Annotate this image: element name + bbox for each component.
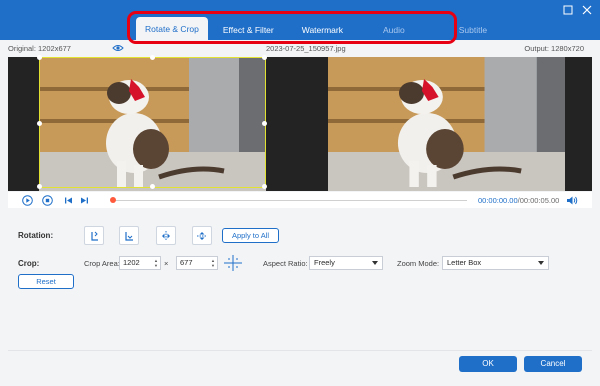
aspect-ratio-label: Aspect Ratio:: [263, 259, 308, 268]
tab-effect-filter[interactable]: Effect & Filter: [214, 19, 283, 41]
cat-photo: [328, 57, 565, 191]
total-time: /00:00:05.00: [517, 196, 560, 205]
eye-icon[interactable]: [112, 43, 124, 53]
crop-handle[interactable]: [37, 55, 42, 60]
crop-handle[interactable]: [262, 55, 267, 60]
crop-height-value: 677: [180, 258, 193, 267]
apply-to-all-button[interactable]: Apply to All: [222, 228, 279, 243]
current-time: 00:00:00.00: [478, 196, 518, 205]
crop-label: Crop:: [18, 259, 40, 268]
crop-handle[interactable]: [262, 121, 267, 126]
chevron-down-icon: [372, 261, 378, 265]
center-crop-icon[interactable]: [223, 254, 243, 272]
playback-bar: 00:00:00.00/00:00:05.00: [8, 192, 592, 208]
output-size: Output: 1280x720: [524, 44, 584, 53]
edit-dialog: Rotate & Crop Effect & Filter Watermark …: [0, 0, 600, 386]
tab-watermark[interactable]: Watermark: [293, 19, 352, 41]
flip-vertical-button[interactable]: [192, 226, 212, 245]
progress-thumb[interactable]: [110, 197, 116, 203]
tab-subtitle[interactable]: Subtitle: [450, 19, 496, 41]
crop-area-label: Crop Area:: [84, 259, 120, 268]
reset-button[interactable]: Reset: [18, 274, 74, 289]
crop-width-input[interactable]: 1202 ▲ ▼: [119, 256, 161, 270]
rotate-right-icon: [125, 232, 133, 241]
tab-bar: Rotate & Crop Effect & Filter Watermark …: [136, 17, 502, 41]
crop-handle[interactable]: [37, 184, 42, 189]
zoom-mode-select[interactable]: Letter Box: [442, 256, 549, 270]
info-bar: Original: 1202x677 2023-07-25_150957.jpg…: [8, 42, 592, 56]
cancel-button[interactable]: Cancel: [524, 356, 582, 372]
height-stepper-icon[interactable]: ▲ ▼: [211, 258, 215, 268]
flip-horizontal-button[interactable]: [156, 226, 176, 245]
close-icon[interactable]: [580, 5, 594, 19]
previous-frame-icon[interactable]: [63, 195, 74, 206]
rotate-left-button[interactable]: [84, 226, 104, 245]
original-size: Original: 1202x677: [8, 44, 71, 53]
crop-handle[interactable]: [150, 55, 155, 60]
title-bar: Rotate & Crop Effect & Filter Watermark …: [0, 0, 600, 41]
crop-handle[interactable]: [262, 184, 267, 189]
crop-frame[interactable]: [37, 55, 267, 189]
times-sign: ×: [164, 259, 169, 268]
footer-divider: [8, 350, 592, 351]
crop-height-input[interactable]: 677 ▲ ▼: [176, 256, 218, 270]
width-stepper-icon[interactable]: ▲ ▼: [154, 258, 158, 268]
crop-handle[interactable]: [150, 184, 155, 189]
stop-icon[interactable]: [42, 195, 53, 206]
time-display: 00:00:00.00/00:00:05.00: [478, 196, 559, 205]
aspect-ratio-value: Freely: [314, 258, 335, 267]
crop-handle[interactable]: [37, 121, 42, 126]
flip-vertical-icon: [197, 232, 207, 240]
crop-width-value: 1202: [123, 258, 140, 267]
rotate-left-icon: [91, 231, 98, 241]
play-icon[interactable]: [22, 195, 33, 206]
restore-icon[interactable]: [561, 5, 575, 19]
rotate-right-button[interactable]: [119, 226, 139, 245]
tab-rotate-crop[interactable]: Rotate & Crop: [136, 17, 208, 41]
aspect-ratio-select[interactable]: Freely: [309, 256, 383, 270]
volume-icon[interactable]: [566, 195, 578, 206]
zoom-mode-value: Letter Box: [447, 258, 482, 267]
zoom-mode-label: Zoom Mode:: [397, 259, 440, 268]
next-frame-icon[interactable]: [79, 195, 90, 206]
flip-horizontal-icon: [162, 231, 170, 241]
progress-track[interactable]: [112, 200, 467, 201]
output-preview: [300, 57, 592, 191]
rotation-label: Rotation:: [18, 231, 54, 240]
chevron-down-icon: [538, 261, 544, 265]
file-name: 2023-07-25_150957.jpg: [266, 44, 346, 53]
tab-audio[interactable]: Audio: [374, 19, 414, 41]
ok-button[interactable]: OK: [459, 356, 517, 372]
